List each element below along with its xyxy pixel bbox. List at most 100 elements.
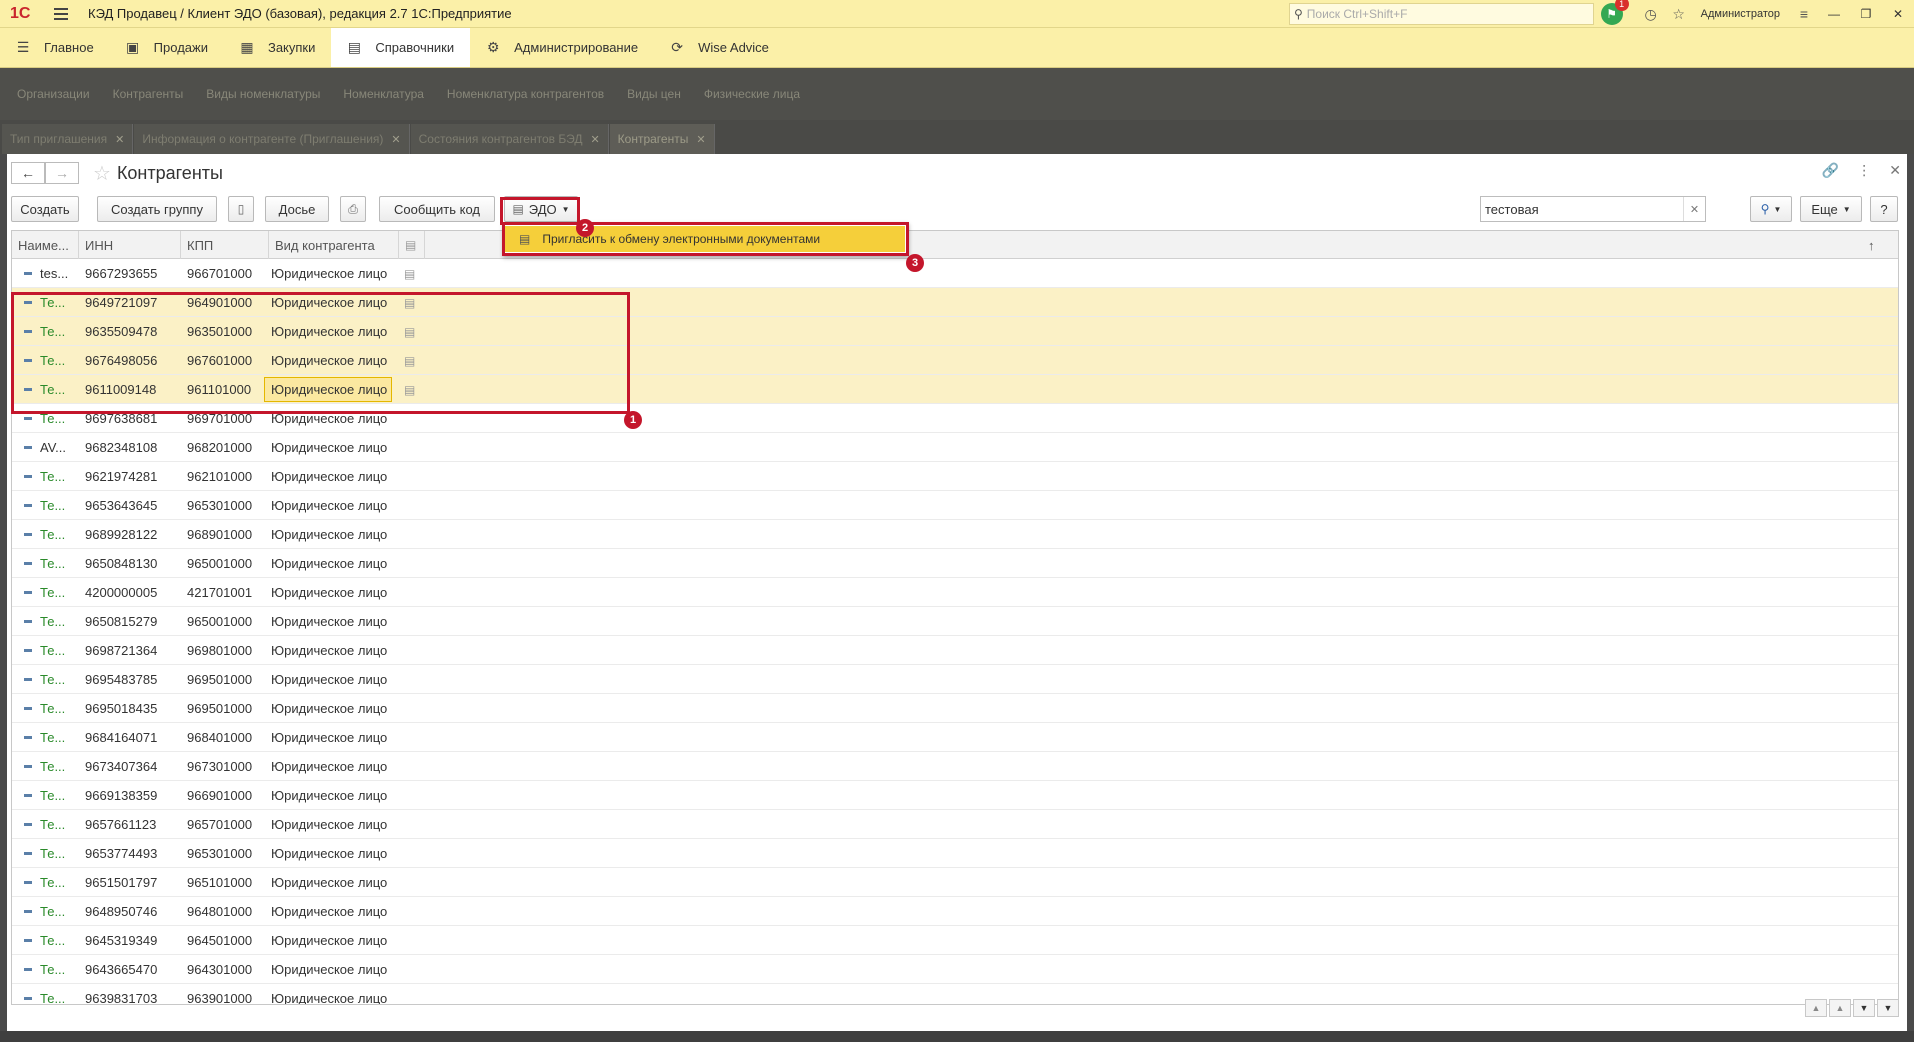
window-title: КЭД Продавец / Клиент ЭДО (базовая), ред… (88, 6, 512, 21)
tab-counterparty-info[interactable]: Информация о контрагенте (Приглашения) ✕ (134, 124, 410, 154)
scroll-up-button[interactable]: ▲ (1829, 999, 1851, 1017)
copy-button[interactable]: ▯ (228, 196, 254, 222)
link-icon[interactable]: 🔗 (1822, 162, 1839, 179)
section-link-price-types[interactable]: Виды цен (627, 87, 681, 101)
item-marker-icon (24, 881, 32, 884)
cell-name-text: Те... (40, 643, 66, 658)
table-row[interactable]: Те... 9695018435 969501000 Юридическое лицо (12, 694, 1898, 723)
tab-counterparty-states[interactable]: Состояния контрагентов БЭД ✕ (410, 124, 609, 154)
search-options-button[interactable]: ⚲ ▼ (1750, 196, 1792, 222)
table-row[interactable]: Те... 9669138359 966901000 Юридическое лицо (12, 781, 1898, 810)
table-row[interactable]: Те... 9676498056 967601000 Юридическое лицо… (12, 346, 1898, 375)
current-user[interactable]: Администратор (1701, 8, 1780, 20)
counterparties-table: Наиме... ИНН КПП Вид контрагента ▤ ↑ tes… (11, 230, 1899, 1005)
close-tab-icon[interactable]: ✕ (391, 133, 400, 146)
column-header-edo[interactable]: ▤ (399, 231, 425, 259)
menu-item-administration[interactable]: ⚙ Администрирование (470, 28, 654, 67)
minimize-button[interactable]: — (1818, 7, 1850, 21)
history-icon[interactable]: ◷ (1637, 6, 1665, 23)
tab-invitation-type[interactable]: Тип приглашения ✕ (2, 124, 134, 154)
create-button[interactable]: Создать (11, 196, 79, 222)
close-window-button[interactable]: ✕ (1882, 7, 1914, 21)
forward-button[interactable]: → (45, 162, 79, 184)
close-icon[interactable]: ✕ (1889, 162, 1901, 179)
column-header-kpp[interactable]: КПП (181, 231, 269, 259)
edo-menu-button[interactable]: ▤ ЭДО ▼ (504, 196, 578, 222)
menu-item-purchases[interactable]: ▦ Закупки (224, 28, 331, 67)
favorites-star-icon[interactable]: ☆ (1665, 6, 1693, 23)
more-vertical-icon[interactable]: ⋮ (1857, 162, 1871, 179)
cell-inn: 9667293655 (85, 266, 158, 281)
help-button[interactable]: ? (1870, 196, 1898, 222)
sort-arrow-icon[interactable]: ↑ (1862, 231, 1898, 259)
table-row[interactable]: Те... 9653774493 965301000 Юридическое лицо (12, 839, 1898, 868)
item-marker-icon (24, 968, 32, 971)
table-row[interactable]: Те... 9643665470 964301000 Юридическое лицо (12, 955, 1898, 984)
column-header-name[interactable]: Наиме... (12, 231, 79, 259)
edo-status-icon: ▤ (404, 295, 416, 310)
scroll-bottom-button[interactable]: ▼ (1877, 999, 1899, 1017)
table-row[interactable]: Те... 9639831703 963901000 Юридическое лицо (12, 984, 1898, 1004)
section-link-counterparty-items[interactable]: Номенклатура контрагентов (447, 87, 604, 101)
report-code-button[interactable]: Сообщить код (379, 196, 495, 222)
dossier-button[interactable]: Досье (265, 196, 329, 222)
table-row[interactable]: Те... 9657661123 965701000 Юридическое лицо (12, 810, 1898, 839)
create-group-button[interactable]: Создать группу (97, 196, 217, 222)
search-icon: ⚲ (1760, 202, 1770, 216)
table-row[interactable]: Те... 9649721097 964901000 Юридическое лицо… (12, 288, 1898, 317)
close-tab-icon[interactable]: ✕ (696, 133, 705, 146)
restore-button[interactable]: ❐ (1850, 7, 1882, 21)
section-link-item-types[interactable]: Виды номенклатуры (206, 87, 320, 101)
table-row[interactable]: Те... 9621974281 962101000 Юридическое лицо (12, 462, 1898, 491)
clear-search-icon[interactable]: ✕ (1683, 197, 1705, 221)
section-link-items[interactable]: Номенклатура (343, 87, 424, 101)
close-tab-icon[interactable]: ✕ (590, 133, 599, 146)
table-row[interactable]: Те... 9684164071 968401000 Юридическое лицо (12, 723, 1898, 752)
menu-item-directories[interactable]: ▤ Справочники (331, 28, 471, 67)
column-header-kind[interactable]: Вид контрагента (269, 231, 399, 259)
table-row[interactable]: Те... 9650848130 965001000 Юридическое лицо (12, 549, 1898, 578)
annotation-marker-1: 1 (624, 411, 642, 429)
table-row[interactable]: Те... 9611009148 961101000 Юридическое лицо… (12, 375, 1898, 404)
section-link-individuals[interactable]: Физические лица (704, 87, 800, 101)
table-row[interactable]: Те... 9689928122 968901000 Юридическое лицо (12, 520, 1898, 549)
table-row[interactable]: Те... 9648950746 964801000 Юридическое лицо (12, 897, 1898, 926)
notifications-bell-icon[interactable]: ⚑ 1 (1600, 0, 1629, 25)
favorite-star-icon[interactable]: ☆ (93, 161, 111, 186)
cell-name-text: Те... (40, 817, 66, 832)
menu-item-sales[interactable]: ▣ Продажи (110, 28, 224, 67)
table-row[interactable]: AV... 9682348108 968201000 Юридическое лицо (12, 433, 1898, 462)
invite-to-edo-menu-item[interactable]: ▤ Пригласить к обмену электронными докум… (505, 226, 905, 252)
settings-menu-icon[interactable]: ≡ (1790, 6, 1818, 22)
list-search-input[interactable]: тестовая ✕ (1480, 196, 1706, 222)
more-button[interactable]: Еще ▼ (1800, 196, 1862, 222)
table-row[interactable]: Те... 9651501797 965101000 Юридическое лицо (12, 868, 1898, 897)
back-button[interactable]: ← (11, 162, 45, 184)
column-header-inn[interactable]: ИНН (79, 231, 181, 259)
table-row[interactable]: Те... 9650815279 965001000 Юридическое лицо (12, 607, 1898, 636)
table-row[interactable]: Те... 9653643645 965301000 Юридическое лицо (12, 491, 1898, 520)
scroll-top-button[interactable]: ▲ (1805, 999, 1827, 1017)
table-row[interactable]: tes... 9667293655 966701000 Юридическое лиц… (12, 259, 1898, 288)
menu-item-main[interactable]: ☰ Главное (0, 28, 110, 67)
table-row[interactable]: Те... 9695483785 969501000 Юридическое лицо (12, 665, 1898, 694)
table-row[interactable]: Те... 4200000005 421701001 Юридическое лицо (12, 578, 1898, 607)
close-tab-icon[interactable]: ✕ (115, 133, 124, 146)
item-marker-icon (24, 591, 32, 594)
table-row[interactable]: Те... 9697638681 969701000 Юридическое лицо (12, 404, 1898, 433)
table-row[interactable]: Те... 9673407364 967301000 Юридическое лицо (12, 752, 1898, 781)
section-link-organizations[interactable]: Организации (17, 87, 90, 101)
section-link-counterparties[interactable]: Контрагенты (113, 87, 184, 101)
menu-item-wise-advice[interactable]: ⟳ Wise Advice (654, 28, 785, 67)
cell-kind: Юридическое лицо (271, 266, 388, 281)
print-button[interactable]: ⎙ (340, 196, 366, 222)
cell-kind: Юридическое лицо (271, 904, 388, 919)
hamburger-menu-icon[interactable] (54, 7, 76, 20)
tab-counterparties[interactable]: Контрагенты ✕ (609, 124, 715, 154)
scroll-down-button[interactable]: ▼ (1853, 999, 1875, 1017)
table-row[interactable]: Те... 9645319349 964501000 Юридическое лицо (12, 926, 1898, 955)
cell-kpp: 965101000 (187, 875, 253, 890)
table-row[interactable]: Те... 9698721364 969801000 Юридическое лицо (12, 636, 1898, 665)
table-row[interactable]: Те... 9635509478 963501000 Юридическое лицо… (12, 317, 1898, 346)
global-search-input[interactable]: ⚲ Поиск Ctrl+Shift+F (1289, 3, 1594, 25)
